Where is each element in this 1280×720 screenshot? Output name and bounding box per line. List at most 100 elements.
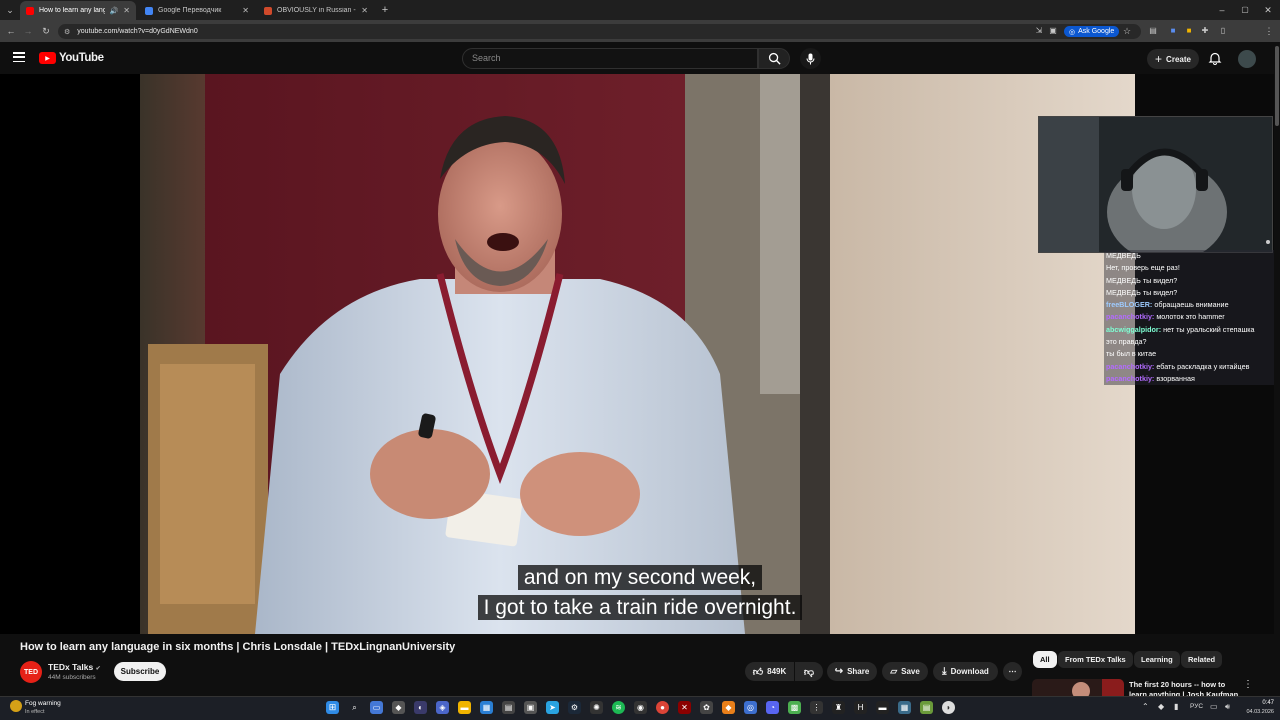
chip-related[interactable]: Related (1181, 651, 1223, 668)
subtitle-line-1: and on my second week, (0, 565, 1280, 590)
app-icon[interactable]: ▤ (920, 701, 933, 714)
bookmark-star-icon[interactable]: ☆ (1120, 20, 1134, 42)
save-label: Save (901, 667, 920, 676)
app-icon[interactable]: ◐ (414, 701, 427, 714)
app-icon[interactable]: ◈ (436, 701, 449, 714)
minecraft-icon[interactable]: ▩ (788, 701, 801, 714)
close-window-icon[interactable]: ✕ (1261, 0, 1275, 20)
app-icon[interactable]: ◎ (744, 701, 757, 714)
forward-icon[interactable]: → (21, 20, 35, 42)
app-icon[interactable]: ◉ (634, 701, 647, 714)
tray-chevron-icon[interactable]: ⌃ (1142, 702, 1149, 711)
page-scrollbar[interactable] (1274, 42, 1280, 696)
create-button[interactable]: + Create (1147, 49, 1199, 69)
save-button[interactable]: ▱ Save (882, 662, 928, 681)
like-button[interactable]: 👍︎ 849K (745, 662, 794, 681)
audio-icon[interactable]: 🔊 (110, 7, 119, 15)
channel-avatar[interactable]: TED (20, 661, 42, 683)
puzzle-icon[interactable]: ✚ (1198, 20, 1212, 42)
dislike-button[interactable]: 👎︎ (795, 662, 823, 681)
site-info-icon[interactable]: ⚙ (64, 28, 70, 36)
channel-name[interactable]: TEDx Talks ✔ (48, 662, 101, 672)
tab-youtube[interactable]: How to learn any language 🔊 ✕ (20, 1, 136, 20)
app-icon[interactable]: H (854, 701, 867, 714)
weather-widget-sub: In effect (25, 709, 45, 715)
reload-icon[interactable]: ↻ (39, 20, 53, 42)
tray-app-icon[interactable]: ◆ (1158, 702, 1164, 711)
tab-google-translate[interactable]: Google Переводчик ✕ (139, 1, 255, 20)
app-icon[interactable]: ✕ (678, 701, 691, 714)
terminal-icon[interactable]: ▬ (876, 701, 889, 714)
menu-kebab-icon[interactable]: ⋮ (1262, 20, 1276, 42)
chat-nick: pacanchotkiy: (1106, 361, 1155, 371)
chip-from-tedx-talks[interactable]: From TEDx Talks (1058, 651, 1133, 668)
more-horizontal-icon: ⋯ (1008, 667, 1017, 676)
task-view-icon[interactable]: ▭ (370, 701, 383, 714)
hamburger-menu-icon[interactable] (13, 52, 25, 62)
chip-learning[interactable]: Learning (1134, 651, 1180, 668)
search-input[interactable]: Search (462, 48, 758, 69)
spotify-icon[interactable]: ≋ (612, 701, 625, 714)
close-tab-icon[interactable]: ✕ (361, 6, 368, 15)
screenshot-icon[interactable]: ▣ (1046, 20, 1060, 42)
more-actions-button[interactable]: ⋯ (1003, 662, 1022, 681)
chatgpt-icon[interactable]: ✺ (590, 701, 603, 714)
telegram-icon[interactable]: ➤ (546, 701, 559, 714)
account-avatar[interactable] (1238, 50, 1256, 68)
steam-icon[interactable]: ⚙ (568, 701, 581, 714)
clock-date[interactable]: 04.03.2026 (1236, 709, 1274, 715)
file-explorer-icon[interactable]: ▬ (458, 701, 471, 714)
app-icon[interactable]: ▦ (480, 701, 493, 714)
app-icon[interactable]: ▦ (898, 701, 911, 714)
cast-icon[interactable]: ⇲ (1032, 20, 1046, 42)
sidebar-icon[interactable]: ▯ (1216, 20, 1230, 42)
scrollbar-thumb[interactable] (1275, 46, 1279, 126)
chrome-icon[interactable]: ● (656, 701, 669, 714)
video-title: How to learn any language in six months … (20, 641, 456, 653)
extension-icon[interactable]: ■ (1166, 20, 1180, 42)
search-button[interactable] (758, 48, 790, 69)
ask-google-button[interactable]: ◎ Ask Google (1064, 26, 1120, 37)
taskbar-search-icon[interactable]: ⌕ (348, 701, 361, 714)
maximize-icon[interactable]: ▢ (1238, 0, 1252, 20)
app-icon[interactable]: ▤ (502, 701, 515, 714)
youtube-logo[interactable]: ▶ YouTube (39, 52, 104, 64)
app-icon[interactable]: ✿ (700, 701, 713, 714)
address-bar[interactable]: ⚙ youtube.com/watch?v=d0yGdNEWdn0 (58, 24, 1141, 39)
subscribe-button[interactable]: Subscribe (114, 662, 166, 681)
recommendation-thumbnail[interactable] (1032, 679, 1124, 696)
discord-icon[interactable]: ◔ (766, 701, 779, 714)
app-icon[interactable]: ◗ (942, 701, 955, 714)
download-button[interactable]: ⤓ Download (933, 662, 998, 681)
new-tab-icon[interactable]: + (378, 0, 392, 20)
app-icon[interactable]: ◆ (722, 701, 735, 714)
volume-icon[interactable]: 🔊︎ (1225, 702, 1230, 712)
share-button[interactable]: ↪ Share (827, 662, 877, 681)
weather-widget-title[interactable]: Fog warning (25, 700, 61, 707)
start-windows-icon[interactable]: ⊞ (326, 701, 339, 714)
back-icon[interactable]: ← (4, 20, 18, 42)
weather-warning-icon[interactable] (10, 700, 22, 712)
close-tab-icon[interactable]: ✕ (242, 6, 249, 15)
tab-cambridge[interactable]: OBVIOUSLY in Russian - Cambr ✕ (258, 1, 374, 20)
extension-icon[interactable]: ■ (1182, 20, 1196, 42)
recommendation-menu-icon[interactable]: ⋮ (1243, 679, 1253, 690)
chip-all[interactable]: All (1033, 651, 1057, 668)
monitor-icon[interactable]: ▭ (1210, 702, 1218, 711)
tab-search-icon[interactable]: ⌄ (3, 0, 17, 20)
recommendation-title[interactable]: The first 20 hours -- how to learn anyth… (1129, 680, 1239, 696)
extensions-icon[interactable]: ▤ (1146, 20, 1160, 42)
tray-app-icon[interactable]: ▮ (1174, 702, 1178, 711)
notifications-bell-icon[interactable] (1208, 51, 1222, 65)
clock-time[interactable]: 0:47 (1244, 700, 1274, 706)
minimize-icon[interactable]: – (1215, 0, 1229, 20)
chat-message: это правда? (1104, 336, 1274, 349)
close-tab-icon[interactable]: ✕ (123, 6, 130, 15)
app-icon[interactable]: ▣ (524, 701, 537, 714)
language-indicator[interactable]: РУС (1190, 703, 1203, 710)
tab-title: How to learn any language (39, 7, 105, 14)
app-icon[interactable]: ◆ (392, 701, 405, 714)
app-icon[interactable]: ⋮ (810, 701, 823, 714)
app-icon[interactable]: ♜ (832, 701, 845, 714)
voice-search-button[interactable] (800, 48, 821, 69)
